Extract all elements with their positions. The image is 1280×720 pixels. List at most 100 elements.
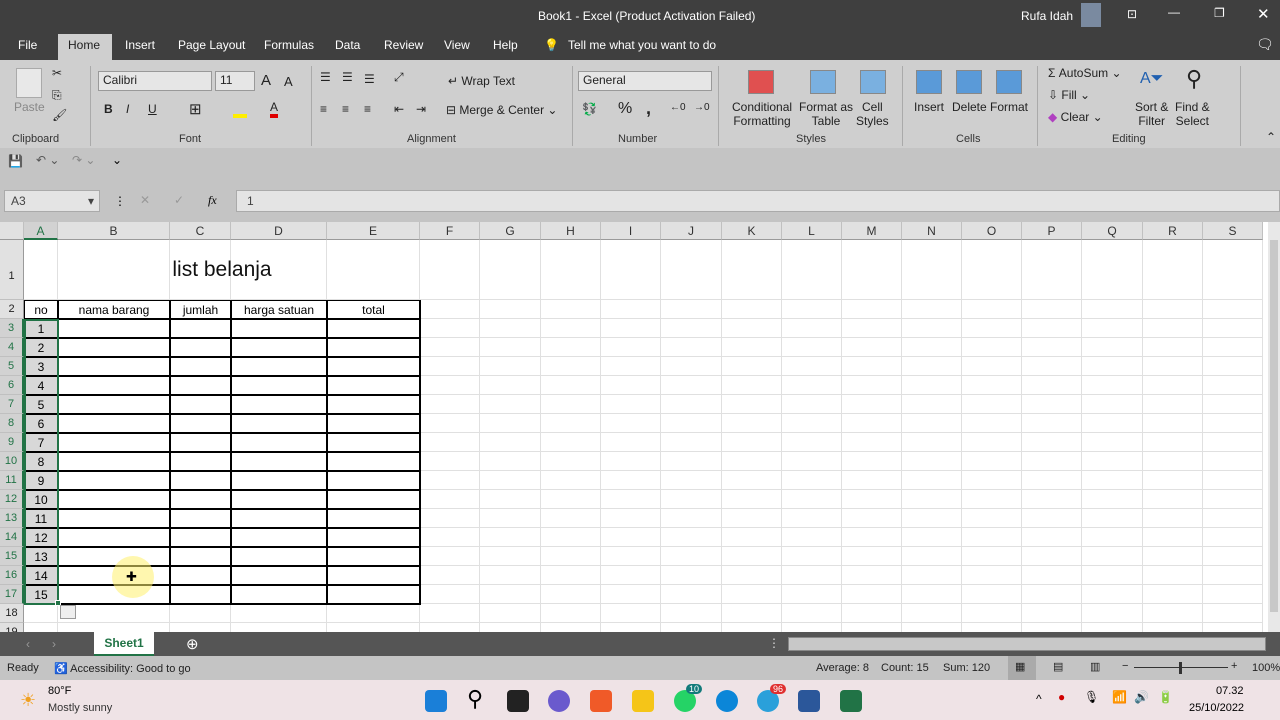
cell-Q10[interactable] bbox=[1082, 452, 1143, 471]
cell-J7[interactable] bbox=[661, 395, 722, 414]
cell-O12[interactable] bbox=[962, 490, 1022, 509]
cell-S6[interactable] bbox=[1203, 376, 1263, 395]
cell-G13[interactable] bbox=[480, 509, 541, 528]
cell-N4[interactable] bbox=[902, 338, 962, 357]
format-cells-icon[interactable] bbox=[996, 70, 1022, 94]
column-header-H[interactable]: H bbox=[541, 222, 601, 240]
sort-filter-button[interactable]: Sort & Filter bbox=[1135, 100, 1168, 128]
cell-E16[interactable] bbox=[327, 566, 420, 585]
cell-F7[interactable] bbox=[420, 395, 480, 414]
cell-B6[interactable] bbox=[58, 376, 170, 395]
cell-I12[interactable] bbox=[601, 490, 661, 509]
orientation-icon[interactable]: ⤢ bbox=[394, 70, 404, 85]
cell-Q14[interactable] bbox=[1082, 528, 1143, 547]
cell-L16[interactable] bbox=[782, 566, 842, 585]
cell-D3[interactable] bbox=[231, 319, 327, 338]
cell-S17[interactable] bbox=[1203, 585, 1263, 604]
cell-B4[interactable] bbox=[58, 338, 170, 357]
row-header-7[interactable]: 7 bbox=[0, 395, 24, 414]
cell-A5[interactable]: 3 bbox=[24, 357, 58, 376]
cell-E11[interactable] bbox=[327, 471, 420, 490]
cell-R10[interactable] bbox=[1143, 452, 1203, 471]
cell-R14[interactable] bbox=[1143, 528, 1203, 547]
cell-A10[interactable]: 8 bbox=[24, 452, 58, 471]
cell-C18[interactable] bbox=[170, 604, 231, 623]
cell-M8[interactable] bbox=[842, 414, 902, 433]
cell-O16[interactable] bbox=[962, 566, 1022, 585]
tab-insert[interactable]: Insert bbox=[125, 38, 155, 52]
column-header-K[interactable]: K bbox=[722, 222, 782, 240]
cell-E6[interactable] bbox=[327, 376, 420, 395]
cell-K16[interactable] bbox=[722, 566, 782, 585]
cell-G3[interactable] bbox=[480, 319, 541, 338]
format-button[interactable]: Format bbox=[990, 100, 1028, 114]
italic-button[interactable]: I bbox=[126, 102, 129, 116]
user-name[interactable]: Rufa Idah bbox=[1021, 9, 1073, 23]
cell-C8[interactable] bbox=[170, 414, 231, 433]
column-header-B[interactable]: B bbox=[58, 222, 170, 240]
cell-A7[interactable]: 5 bbox=[24, 395, 58, 414]
cell-K3[interactable] bbox=[722, 319, 782, 338]
row-header-19[interactable]: 19 bbox=[0, 623, 24, 632]
minimize-button[interactable]: — bbox=[1168, 5, 1180, 19]
cell-A14[interactable]: 12 bbox=[24, 528, 58, 547]
cell-M12[interactable] bbox=[842, 490, 902, 509]
enter-icon[interactable]: ✓ bbox=[174, 193, 184, 207]
row-header-1[interactable]: 1 bbox=[0, 240, 24, 300]
cell-J2[interactable] bbox=[661, 300, 722, 319]
cell-A8[interactable]: 6 bbox=[24, 414, 58, 433]
cell-Q13[interactable] bbox=[1082, 509, 1143, 528]
cell-Q15[interactable] bbox=[1082, 547, 1143, 566]
cell-M11[interactable] bbox=[842, 471, 902, 490]
cell-N18[interactable] bbox=[902, 604, 962, 623]
cell-B13[interactable] bbox=[58, 509, 170, 528]
cell-A9[interactable]: 7 bbox=[24, 433, 58, 452]
delete-cells-icon[interactable] bbox=[956, 70, 982, 94]
cell-N17[interactable] bbox=[902, 585, 962, 604]
align-top-icon[interactable]: ☰ bbox=[320, 70, 331, 84]
conditional-formatting-icon[interactable] bbox=[748, 70, 774, 94]
cell-Q5[interactable] bbox=[1082, 357, 1143, 376]
close-button[interactable]: ✕ bbox=[1257, 5, 1270, 23]
row-header-18[interactable]: 18 bbox=[0, 604, 24, 623]
cell-R12[interactable] bbox=[1143, 490, 1203, 509]
cell-N13[interactable] bbox=[902, 509, 962, 528]
cell-S19[interactable] bbox=[1203, 623, 1263, 632]
cell-P10[interactable] bbox=[1022, 452, 1082, 471]
select-all-corner[interactable] bbox=[0, 222, 24, 240]
cell-H1[interactable] bbox=[541, 240, 601, 300]
cell-N5[interactable] bbox=[902, 357, 962, 376]
redo-icon[interactable]: ↷ ⌄ bbox=[72, 153, 95, 167]
undo-icon[interactable]: ↶ ⌄ bbox=[36, 153, 59, 167]
cell-D16[interactable] bbox=[231, 566, 327, 585]
normal-view-icon[interactable]: ▦ bbox=[1015, 660, 1025, 673]
header-cell-E[interactable]: total bbox=[327, 300, 420, 319]
cell-N6[interactable] bbox=[902, 376, 962, 395]
align-center-icon[interactable]: ≡ bbox=[342, 102, 349, 116]
cell-R7[interactable] bbox=[1143, 395, 1203, 414]
cell-G7[interactable] bbox=[480, 395, 541, 414]
sheet-title[interactable]: list belanja bbox=[24, 258, 420, 282]
cell-D9[interactable] bbox=[231, 433, 327, 452]
cell-F14[interactable] bbox=[420, 528, 480, 547]
cell-L3[interactable] bbox=[782, 319, 842, 338]
scroll-sheets-right-icon[interactable]: › bbox=[52, 637, 56, 651]
cell-N12[interactable] bbox=[902, 490, 962, 509]
number-format-dropdown[interactable]: General bbox=[578, 71, 712, 91]
cell-L15[interactable] bbox=[782, 547, 842, 566]
header-cell-B[interactable]: nama barang bbox=[58, 300, 170, 319]
format-painter-icon[interactable]: 🖌 bbox=[52, 108, 67, 122]
battery-icon[interactable]: 🔋 bbox=[1158, 690, 1173, 704]
fill-color-icon[interactable] bbox=[233, 100, 247, 118]
cell-S12[interactable] bbox=[1203, 490, 1263, 509]
cell-H16[interactable] bbox=[541, 566, 601, 585]
cell-D13[interactable] bbox=[231, 509, 327, 528]
cell-N3[interactable] bbox=[902, 319, 962, 338]
cell-S8[interactable] bbox=[1203, 414, 1263, 433]
cell-A12[interactable]: 10 bbox=[24, 490, 58, 509]
task-view-icon[interactable] bbox=[507, 690, 529, 712]
cell-Q18[interactable] bbox=[1082, 604, 1143, 623]
cell-J19[interactable] bbox=[661, 623, 722, 632]
cell-I4[interactable] bbox=[601, 338, 661, 357]
customize-qat-icon[interactable]: ⌄ bbox=[112, 153, 122, 167]
